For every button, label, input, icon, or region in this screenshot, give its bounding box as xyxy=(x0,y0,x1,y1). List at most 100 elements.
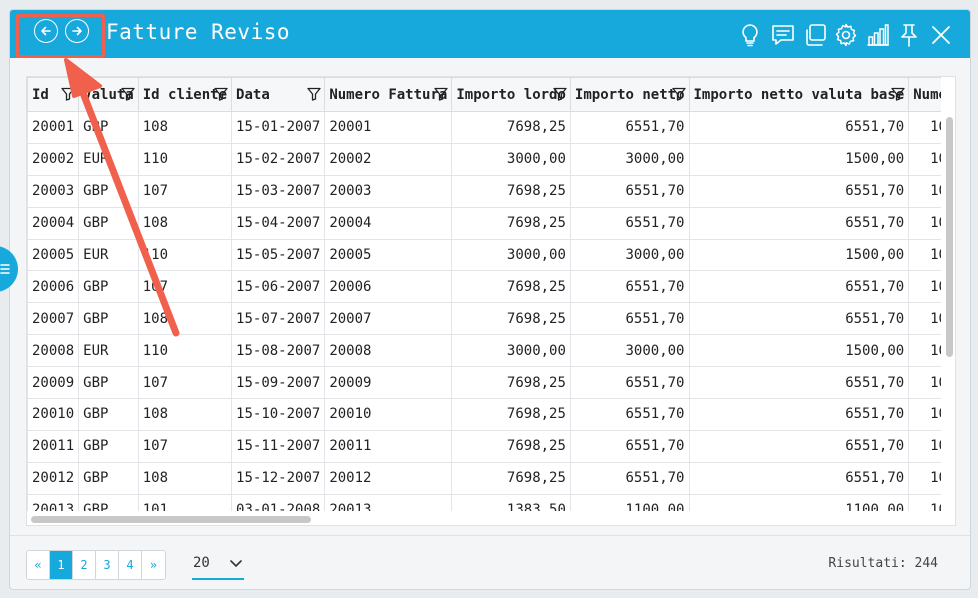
table-cell: 3000,00 xyxy=(569,142,690,176)
table-cell: 20001 xyxy=(324,111,453,144)
table-row[interactable]: 20010 GBP 108 15-10-2007 20010 7698,25 6551,70… xyxy=(27,398,941,431)
table-cell: 3000,00 xyxy=(569,238,690,272)
filter-icon[interactable] xyxy=(671,87,686,101)
table-cell: 20010 xyxy=(324,398,453,431)
column-header[interactable]: Id xyxy=(27,77,80,112)
tips-button[interactable] xyxy=(737,22,763,48)
table-cell: 7698,25 xyxy=(451,429,571,463)
table-cell: GBP xyxy=(78,461,139,495)
table-cell: 6551,70 xyxy=(569,174,690,208)
last-page-button[interactable]: » xyxy=(142,551,165,579)
table-cell: 108 xyxy=(137,302,233,336)
table-cell: 6551,70 xyxy=(569,111,690,144)
table-cell: 7698,25 xyxy=(451,270,571,304)
title-bar: Fatture Reviso xyxy=(10,10,970,58)
page-button[interactable]: 2 xyxy=(73,551,96,579)
table-cell: 6551,70 xyxy=(688,270,910,304)
table-cell: 10 xyxy=(908,461,941,495)
table-cell: 6551,70 xyxy=(569,206,690,240)
duplicate-button[interactable] xyxy=(802,22,828,48)
table-cell: GBP xyxy=(78,493,139,511)
column-header[interactable]: Importo netto valuta base xyxy=(688,77,910,112)
table-row[interactable]: 20012 GBP 108 15-12-2007 20012 7698,25 6551,70… xyxy=(27,461,941,495)
page-button[interactable]: 4 xyxy=(119,551,142,579)
first-page-button[interactable]: « xyxy=(27,551,50,579)
back-button[interactable] xyxy=(34,19,58,43)
footer-bar: «1 2 3 4» 20 Risultati: 244 xyxy=(10,535,970,589)
table-row[interactable]: 20004 GBP 108 15-04-2007 20004 7698,25 6551,70… xyxy=(27,206,941,240)
column-header-label: Importo lordo xyxy=(456,86,566,103)
filter-icon[interactable] xyxy=(891,87,905,101)
column-header[interactable]: Data xyxy=(231,77,326,112)
settings-button[interactable] xyxy=(833,22,859,48)
column-header-label: Numero Fattura xyxy=(329,86,448,103)
table-row[interactable]: 20007 GBP 108 15-07-2007 20007 7698,25 6551,70… xyxy=(27,302,941,336)
table-cell: 108 xyxy=(137,111,233,144)
bar-chart-icon xyxy=(867,24,889,46)
table-cell: 108 xyxy=(137,398,233,431)
lightbulb-icon xyxy=(742,24,758,47)
table-cell: 20010 xyxy=(27,398,80,431)
forward-button[interactable] xyxy=(65,19,89,43)
vertical-scrollbar[interactable] xyxy=(946,117,953,357)
table-cell: 10 xyxy=(908,206,941,240)
table-cell: 15-01-2007 xyxy=(231,111,326,144)
column-header[interactable]: Importo netto xyxy=(569,77,690,112)
table-cell: GBP xyxy=(78,429,139,463)
page-button[interactable]: 3 xyxy=(96,551,119,579)
column-header[interactable]: Importo lordo xyxy=(451,77,571,112)
table-cell: 10 xyxy=(908,429,941,463)
table-cell: 20003 xyxy=(27,174,80,208)
horizontal-scrollbar[interactable] xyxy=(31,516,311,523)
table-cell: 7698,25 xyxy=(451,366,571,400)
table-row[interactable]: 20011 GBP 107 15-11-2007 20011 7698,25 6551,70… xyxy=(27,429,941,463)
table-cell: 108 xyxy=(137,461,233,495)
column-header-label: Id xyxy=(32,86,49,103)
table-cell: 03-01-2008 xyxy=(231,493,326,511)
table-row[interactable]: 20001 GBP 108 15-01-2007 20001 7698,25 6551,70… xyxy=(27,111,941,144)
table-row[interactable]: 20002 EUR 110 15-02-2007 20002 3000,00 3000,00… xyxy=(27,142,941,176)
table-cell: 6551,70 xyxy=(569,398,690,431)
filter-icon[interactable] xyxy=(307,87,321,101)
table-row[interactable]: 20003 GBP 107 15-03-2007 20003 7698,25 6551,70… xyxy=(27,174,941,208)
table-cell: 20008 xyxy=(27,334,80,368)
table-cell: 20009 xyxy=(324,366,453,400)
table-row[interactable]: 20008 EUR 110 15-08-2007 20008 3000,00 3000,00… xyxy=(27,334,941,368)
table-cell: GBP xyxy=(78,206,139,240)
table-cell: GBP xyxy=(78,366,139,400)
nav-buttons-highlight xyxy=(16,14,105,58)
table-cell: GBP xyxy=(78,174,139,208)
table-cell: 6551,70 xyxy=(688,366,910,400)
filter-icon[interactable] xyxy=(121,87,135,101)
table-cell: 20001 xyxy=(27,111,80,144)
chevron-down-icon xyxy=(230,560,242,568)
table-cell: 15-05-2007 xyxy=(231,238,326,272)
column-header[interactable]: Numero Fattura xyxy=(324,77,453,112)
copy-icon xyxy=(806,24,826,46)
table-row[interactable]: 20005 EUR 110 15-05-2007 20005 3000,00 3000,00… xyxy=(27,238,941,272)
statistics-button[interactable] xyxy=(865,22,891,48)
table-cell: 6551,70 xyxy=(569,366,690,400)
column-header[interactable]: Valuta xyxy=(78,77,139,112)
table-row[interactable]: 20006 GBP 107 15-06-2007 20006 7698,25 6551,70… xyxy=(27,270,941,304)
table-cell: 101 xyxy=(137,493,233,511)
table-row[interactable]: 20009 GBP 107 15-09-2007 20009 7698,25 6551,70… xyxy=(27,366,941,400)
filter-icon[interactable] xyxy=(214,87,228,101)
filter-icon[interactable] xyxy=(434,87,448,101)
window-title: Fatture Reviso xyxy=(106,20,291,44)
column-header-label: Importo netto xyxy=(574,86,685,103)
comments-button[interactable] xyxy=(770,22,796,48)
table-cell: 15-06-2007 xyxy=(231,270,326,304)
table-cell: 20012 xyxy=(324,461,453,495)
pin-button[interactable] xyxy=(896,22,922,48)
table-header-row: Id Valuta Id cliente Data Numero Fattura Impo… xyxy=(27,77,941,112)
page-button[interactable]: 1 xyxy=(50,551,73,579)
close-button[interactable] xyxy=(928,22,954,48)
column-header[interactable]: Nume xyxy=(908,77,941,112)
table-cell: 20006 xyxy=(27,270,80,304)
filter-icon[interactable] xyxy=(553,87,567,101)
filter-icon[interactable] xyxy=(61,87,75,101)
table-row[interactable]: 20013 GBP 101 03-01-2008 20013 1383,50 1100,00… xyxy=(27,493,941,511)
column-header[interactable]: Id cliente xyxy=(137,77,233,112)
page-size-select[interactable]: 20 xyxy=(192,550,244,580)
